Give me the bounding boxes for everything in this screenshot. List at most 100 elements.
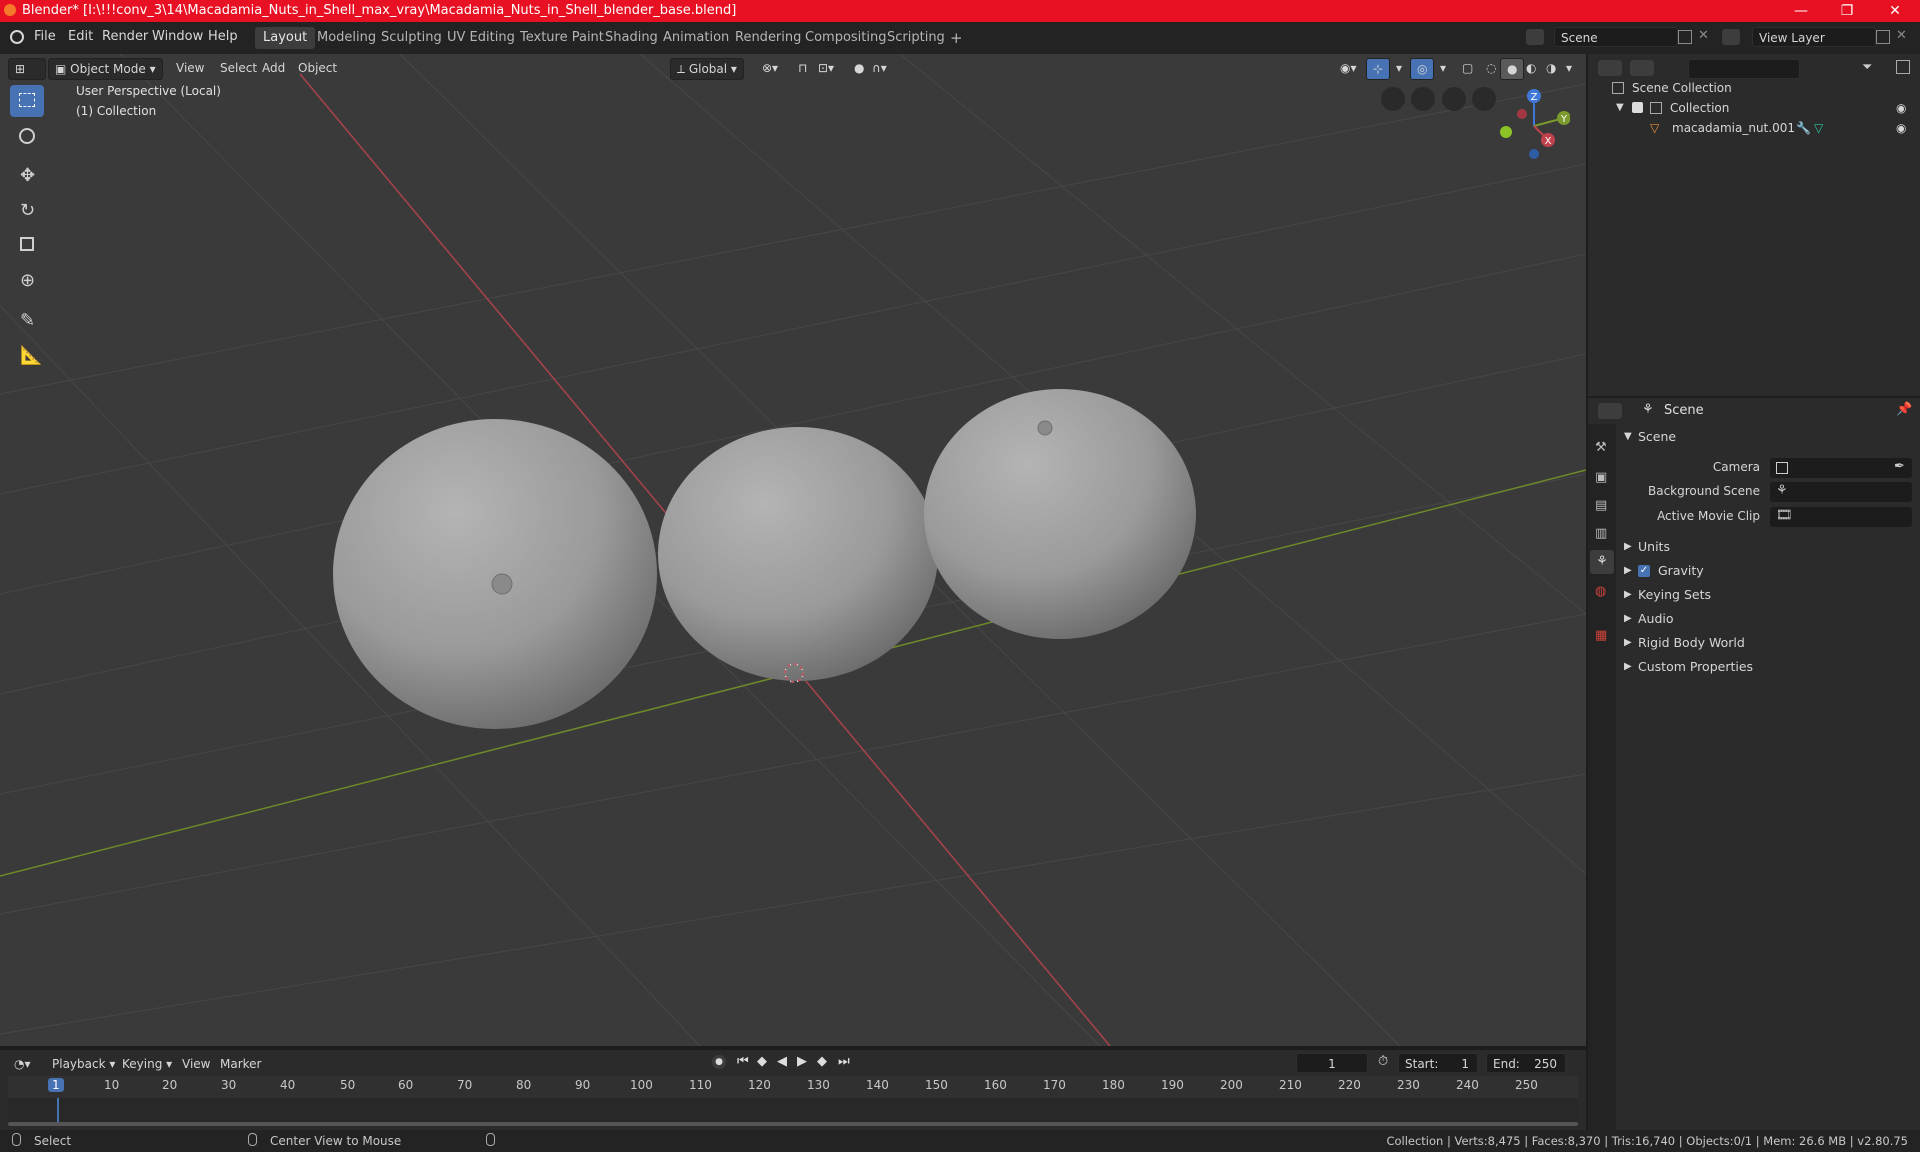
keying-sets-panel[interactable]: ▶ Keying Sets <box>1616 583 1920 607</box>
output-tab-icon[interactable]: ▤ <box>1595 498 1607 513</box>
end-frame-field[interactable]: End: 250 <box>1486 1053 1566 1073</box>
record-icon[interactable]: ● <box>712 1055 726 1069</box>
collection-checkbox[interactable] <box>1632 102 1643 113</box>
viewport-menu-view[interactable]: View <box>170 58 210 78</box>
jump-end-icon[interactable]: ⏭ <box>838 1054 850 1069</box>
new-view-layer-icon[interactable] <box>1876 30 1890 44</box>
new-scene-icon[interactable] <box>1678 30 1692 44</box>
rigid-body-world-panel[interactable]: ▶ Rigid Body World <box>1616 631 1920 655</box>
custom-properties-panel[interactable]: ▶ Custom Properties <box>1616 655 1920 679</box>
prev-keyframe-icon[interactable]: ◆ <box>757 1054 767 1069</box>
annotate-tool[interactable]: ✎ <box>10 305 44 337</box>
jump-start-icon[interactable]: ⏮ <box>737 1054 749 1069</box>
mesh-data-icon[interactable]: ▽ <box>1814 118 1823 138</box>
snap-icon[interactable]: ⊓ <box>792 58 813 78</box>
render-tab-icon[interactable]: ▣ <box>1595 470 1607 485</box>
expand-arrow-icon[interactable]: ▼ <box>1616 98 1624 118</box>
world-tab-icon[interactable]: ◍ <box>1595 584 1606 599</box>
add-workspace-button[interactable]: + <box>942 27 971 49</box>
pan-hand-icon[interactable] <box>1442 87 1466 111</box>
scene-field[interactable]: Scene <box>1554 27 1678 47</box>
maximize-button[interactable]: ❐ <box>1824 1 1870 21</box>
menu-window[interactable]: Window <box>152 29 203 44</box>
play-icon[interactable]: ▶ <box>797 1054 807 1069</box>
filter-icon[interactable]: ⏷ <box>1862 60 1872 75</box>
select-box-tool[interactable] <box>10 85 44 117</box>
timeline-menu-playback[interactable]: Playback ▾ <box>46 1054 121 1074</box>
timeline-menu-marker[interactable]: Marker <box>214 1054 267 1074</box>
shading-dropdown-icon[interactable]: ▾ <box>1560 58 1578 78</box>
falloff-icon[interactable]: ∩▾ <box>866 58 893 78</box>
pin-icon[interactable]: 📌 <box>1896 402 1912 417</box>
mode-dropdown[interactable]: ▣ Object Mode ▾ <box>48 58 163 80</box>
view-layer-icon[interactable] <box>1722 29 1740 45</box>
outliner-row-scene-collection[interactable]: Scene Collection <box>1588 78 1920 98</box>
units-panel[interactable]: ▶ Units <box>1616 535 1920 559</box>
navigation-gizmo[interactable]: Z Y X <box>1490 84 1570 164</box>
camera-field[interactable]: ✒ <box>1770 458 1912 478</box>
texture-tab-icon[interactable]: ▦ <box>1595 628 1607 643</box>
background-scene-field[interactable]: ⚘ <box>1770 482 1912 502</box>
menu-help[interactable]: Help <box>208 29 238 44</box>
audio-panel[interactable]: ▶ Audio <box>1616 607 1920 631</box>
display-mode-icon[interactable] <box>1630 60 1654 76</box>
scene-section-header[interactable]: ▼ Scene <box>1616 425 1920 449</box>
editor-type-button[interactable]: ⊞ <box>8 58 46 80</box>
timeline-scrollbar[interactable] <box>8 1122 1578 1126</box>
timeline-menu-view[interactable]: View <box>176 1054 216 1074</box>
gravity-checkbox[interactable]: ✓ <box>1638 565 1650 577</box>
move-tool[interactable]: ✥ <box>10 160 44 192</box>
blender-menu-icon[interactable] <box>10 30 24 44</box>
properties-editor-type-icon[interactable] <box>1598 403 1622 419</box>
eyedropper-icon[interactable]: ✒ <box>1894 459 1905 474</box>
new-collection-icon[interactable] <box>1896 60 1910 74</box>
gizmo-dropdown-icon[interactable]: ▾ <box>1390 58 1408 78</box>
frame-track[interactable] <box>8 1098 1578 1122</box>
tab-layout[interactable]: Layout <box>255 27 316 49</box>
menu-file[interactable]: File <box>34 29 56 44</box>
eye-icon[interactable]: ◉ <box>1896 118 1906 138</box>
menu-edit[interactable]: Edit <box>68 29 93 44</box>
modifier-icon[interactable]: 🔧 <box>1796 118 1811 138</box>
tool-tab-icon[interactable]: ⚒ <box>1595 440 1607 455</box>
view-layer-field[interactable]: View Layer <box>1752 27 1876 47</box>
scale-tool[interactable] <box>10 230 44 262</box>
frame-indicator[interactable]: 1 <box>48 1078 64 1092</box>
scene-tab-icon[interactable]: ⚘ <box>1590 550 1614 574</box>
camera-view-icon[interactable] <box>1411 87 1435 111</box>
tab-uv-editing[interactable]: UV Editing <box>439 27 523 49</box>
xray-icon[interactable]: ▢ <box>1456 58 1479 78</box>
rotate-tool[interactable]: ↻ <box>10 195 44 227</box>
start-frame-field[interactable]: Start: 1 <box>1398 1053 1478 1073</box>
overlay-toggle-icon[interactable]: ◎ <box>1410 58 1435 80</box>
menu-render[interactable]: Render <box>102 29 148 44</box>
viewport-menu-add[interactable]: Add <box>256 58 291 78</box>
viewport-menu-object[interactable]: Object <box>292 58 343 78</box>
close-button[interactable]: ✕ <box>1872 1 1918 21</box>
eye-icon[interactable]: ◉ <box>1896 98 1906 118</box>
outliner-row-object[interactable]: ▽ macadamia_nut.001 🔧 ▽ ◉ <box>1588 118 1920 138</box>
tab-animation[interactable]: Animation <box>655 27 737 49</box>
transform-orientation-dropdown[interactable]: ⟂ Global ▾ <box>670 58 744 80</box>
visibility-icon[interactable]: ◉▾ <box>1334 58 1363 78</box>
grid-view-icon[interactable] <box>1381 87 1405 111</box>
view-layer-tab-icon[interactable]: ▥ <box>1595 526 1607 541</box>
snap-target-icon[interactable]: ⊡▾ <box>812 58 840 78</box>
active-movie-clip-field[interactable]: 🎞 <box>1770 507 1912 527</box>
gravity-panel[interactable]: ▶ ✓ Gravity <box>1616 559 1920 583</box>
playhead[interactable] <box>57 1098 59 1122</box>
timeline-menu-keying[interactable]: Keying ▾ <box>116 1054 178 1074</box>
play-reverse-icon[interactable]: ◀ <box>777 1054 787 1069</box>
transform-tool[interactable]: ⊕ <box>10 265 44 297</box>
outliner-search-input[interactable] <box>1688 59 1800 79</box>
next-keyframe-icon[interactable]: ◆ <box>817 1054 827 1069</box>
outliner-row-collection[interactable]: ▼ Collection ◉ <box>1588 98 1920 118</box>
current-frame-field[interactable]: 1 <box>1296 1053 1368 1073</box>
pivot-icon[interactable]: ⊗▾ <box>756 58 784 78</box>
measure-tool[interactable]: 📐 <box>10 340 44 372</box>
outliner-editor-type-icon[interactable] <box>1598 60 1622 76</box>
minimize-button[interactable]: — <box>1778 1 1824 21</box>
delete-scene-icon[interactable]: ✕ <box>1698 28 1709 43</box>
gizmo-toggle-icon[interactable]: ⊹ <box>1366 58 1391 80</box>
stopwatch-icon[interactable]: ⏱ <box>1378 1054 1388 1069</box>
